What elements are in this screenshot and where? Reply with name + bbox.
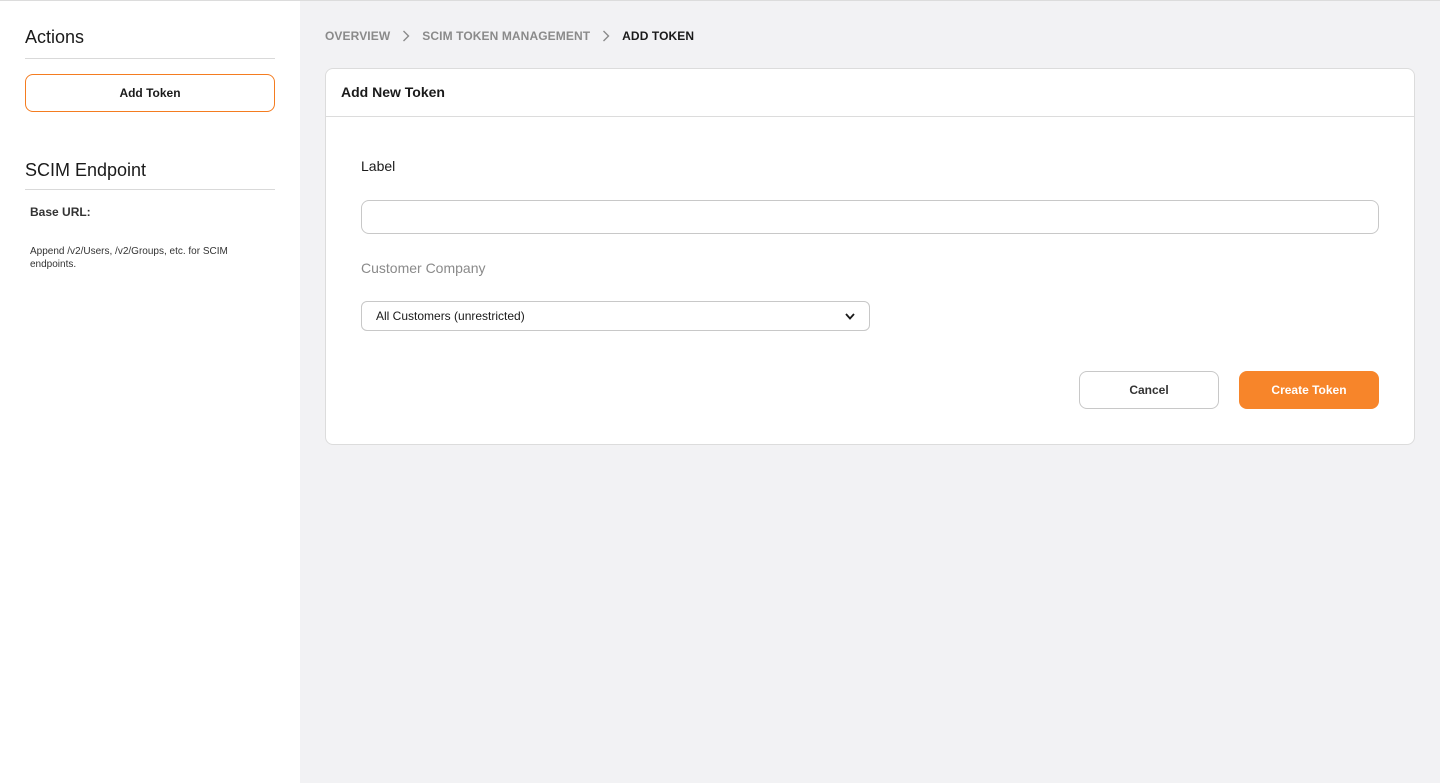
scim-endpoint-heading: SCIM Endpoint [25,148,275,190]
breadcrumb-add-token: ADD TOKEN [622,29,695,43]
card-title: Add New Token [326,69,1414,117]
chevron-down-icon [845,309,855,323]
append-note: Append /v2/Users, /v2/Groups, etc. for S… [30,246,228,270]
add-token-card: Add New Token Label Customer Company All… [325,68,1415,445]
chevron-right-icon [602,30,610,42]
actions-heading: Actions [25,1,275,59]
cancel-button[interactable]: Cancel [1079,371,1219,409]
customer-company-selected: All Customers (unrestricted) [376,309,525,323]
label-field-label: Label [361,158,396,174]
chevron-right-icon [402,30,410,42]
breadcrumb-scim-token-management[interactable]: SCIM TOKEN MANAGEMENT [422,29,590,43]
create-token-button[interactable]: Create Token [1239,371,1379,409]
customer-company-label: Customer Company [361,260,486,276]
sidebar: Actions Add Token SCIM Endpoint Base URL… [0,1,300,783]
breadcrumb-overview[interactable]: OVERVIEW [325,29,390,43]
customer-company-select[interactable]: All Customers (unrestricted) [361,301,870,331]
breadcrumb: OVERVIEW SCIM TOKEN MANAGEMENT ADD TOKEN [325,29,694,43]
label-input[interactable] [361,200,1379,234]
add-token-button[interactable]: Add Token [25,74,275,112]
base-url-label: Base URL: [30,205,91,219]
